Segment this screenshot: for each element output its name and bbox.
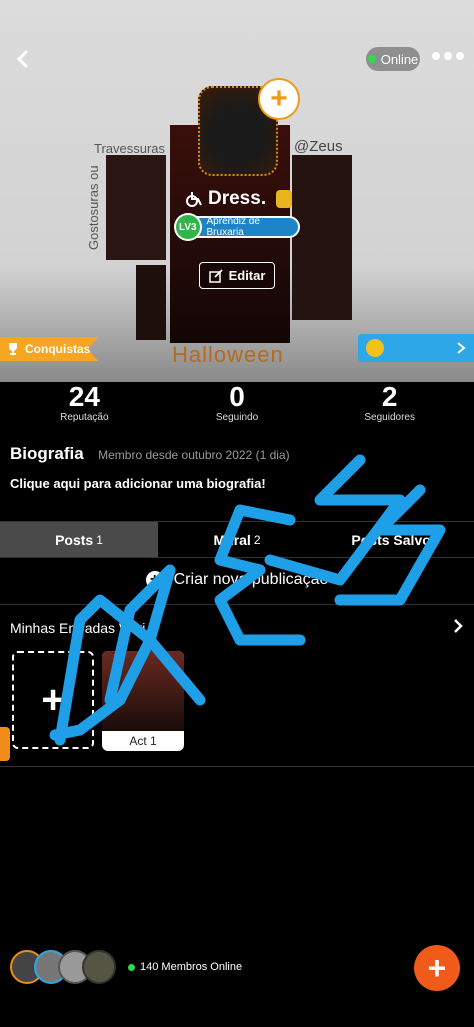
side-menu-handle[interactable]	[0, 727, 10, 761]
wheelchair-icon	[186, 192, 202, 207]
tab-count: 1	[96, 532, 103, 547]
wiki-section-title[interactable]: Minhas Entradas Wiki	[10, 620, 145, 636]
wiki-entry-title: Act 1	[129, 734, 157, 748]
tab-posts[interactable]: Posts 1	[0, 522, 158, 557]
dot-icon	[444, 52, 452, 60]
member-avatar	[82, 950, 116, 984]
plus-circle-icon: +	[145, 571, 164, 589]
dot-icon	[456, 52, 464, 60]
achievements-button[interactable]: Conquistas	[0, 337, 98, 361]
online-status-toggle[interactable]: Online	[366, 47, 420, 71]
tab-saved-posts[interactable]: Posts Salvos	[316, 522, 474, 557]
add-wiki-entry-button[interactable]: +	[12, 651, 94, 749]
compose-fab-button[interactable]: +	[414, 945, 460, 991]
cover-image-right	[292, 155, 352, 320]
cover-top-text: Travessuras	[94, 141, 166, 156]
stat-following[interactable]: 0 Seguindo	[161, 382, 314, 432]
achievements-label: Conquistas	[25, 342, 91, 356]
edit-label: Editar	[228, 268, 266, 283]
edit-profile-button[interactable]: Editar	[199, 262, 275, 289]
level-title: Aprendiz de Bruxaria	[206, 216, 260, 238]
divider	[0, 766, 474, 767]
stat-reputation[interactable]: 24 Reputação	[8, 382, 161, 432]
profile-tabs: Posts 1 Mural 2 Posts Salvos	[0, 521, 474, 558]
online-members-bar[interactable]: 140 Membros Online	[10, 950, 242, 984]
tab-count: 2	[253, 532, 261, 547]
level-badge[interactable]: LV3 Aprendiz de Bruxaria	[174, 213, 300, 241]
stat-value: 24	[68, 381, 100, 412]
stat-label: Seguindo	[215, 412, 259, 423]
tab-label: Mural	[213, 531, 251, 548]
edit-icon	[208, 268, 223, 283]
stat-value: 2	[381, 381, 398, 412]
chevron-right-icon	[457, 342, 466, 354]
member-since: Membro desde outubro 2022 (1 dia)	[98, 448, 290, 462]
create-post-button[interactable]: + Criar nova publicação	[0, 556, 474, 605]
cover-handle: @Zeus	[294, 138, 343, 155]
add-bio-link[interactable]: Clique aqui para adicionar uma biografia…	[10, 476, 266, 491]
stat-label: Seguidores	[364, 412, 415, 423]
profile-name: Dress.	[184, 188, 293, 210]
tab-label: Posts	[55, 531, 94, 548]
cover-vertical-text: Gostosuras ou	[86, 165, 101, 250]
leader-badge-icon	[276, 190, 293, 208]
dot-icon	[432, 52, 440, 60]
chevron-right-icon[interactable]	[452, 618, 464, 639]
coin-icon	[366, 339, 384, 357]
create-post-label: Criar nova publicação	[173, 571, 329, 588]
cover-bottom-text: Halloween	[172, 342, 284, 367]
online-label: Online	[380, 51, 419, 67]
members-online-count: 140 Membros Online	[140, 961, 243, 973]
profile-stats: 24 Reputação 0 Seguindo 2 Seguidores	[8, 382, 466, 432]
tab-label: Posts Salvos	[351, 531, 439, 548]
profile-header: Gostosuras ou Travessuras @Zeus Hallowee…	[0, 0, 474, 382]
bio-section: Biografia Membro desde outubro 2022 (1 d…	[10, 444, 290, 491]
trophy-icon	[9, 343, 17, 355]
bio-title: Biografia	[10, 444, 84, 463]
coins-button[interactable]	[358, 334, 474, 362]
online-dot-icon	[128, 963, 135, 971]
profile-name-text: Dress.	[208, 188, 267, 209]
chevron-left-icon	[16, 49, 29, 69]
cover-image-left	[106, 155, 166, 260]
add-avatar-frame-button[interactable]: +	[258, 78, 300, 120]
back-button[interactable]	[8, 44, 38, 74]
stat-followers[interactable]: 2 Seguidores	[313, 382, 466, 432]
stat-value: 0	[229, 381, 245, 412]
stat-label: Reputação	[60, 412, 109, 423]
cover-image-left-lower	[136, 265, 166, 340]
more-options-button[interactable]	[432, 52, 464, 60]
level-number: LV3	[174, 213, 202, 241]
online-dot-icon	[367, 55, 376, 63]
members-online-text: 140 Membros Online	[128, 961, 242, 973]
wiki-entry-card[interactable]: Act 1	[102, 651, 184, 751]
wiki-entry-image	[102, 651, 184, 731]
tab-wall[interactable]: Mural 2	[158, 522, 316, 557]
